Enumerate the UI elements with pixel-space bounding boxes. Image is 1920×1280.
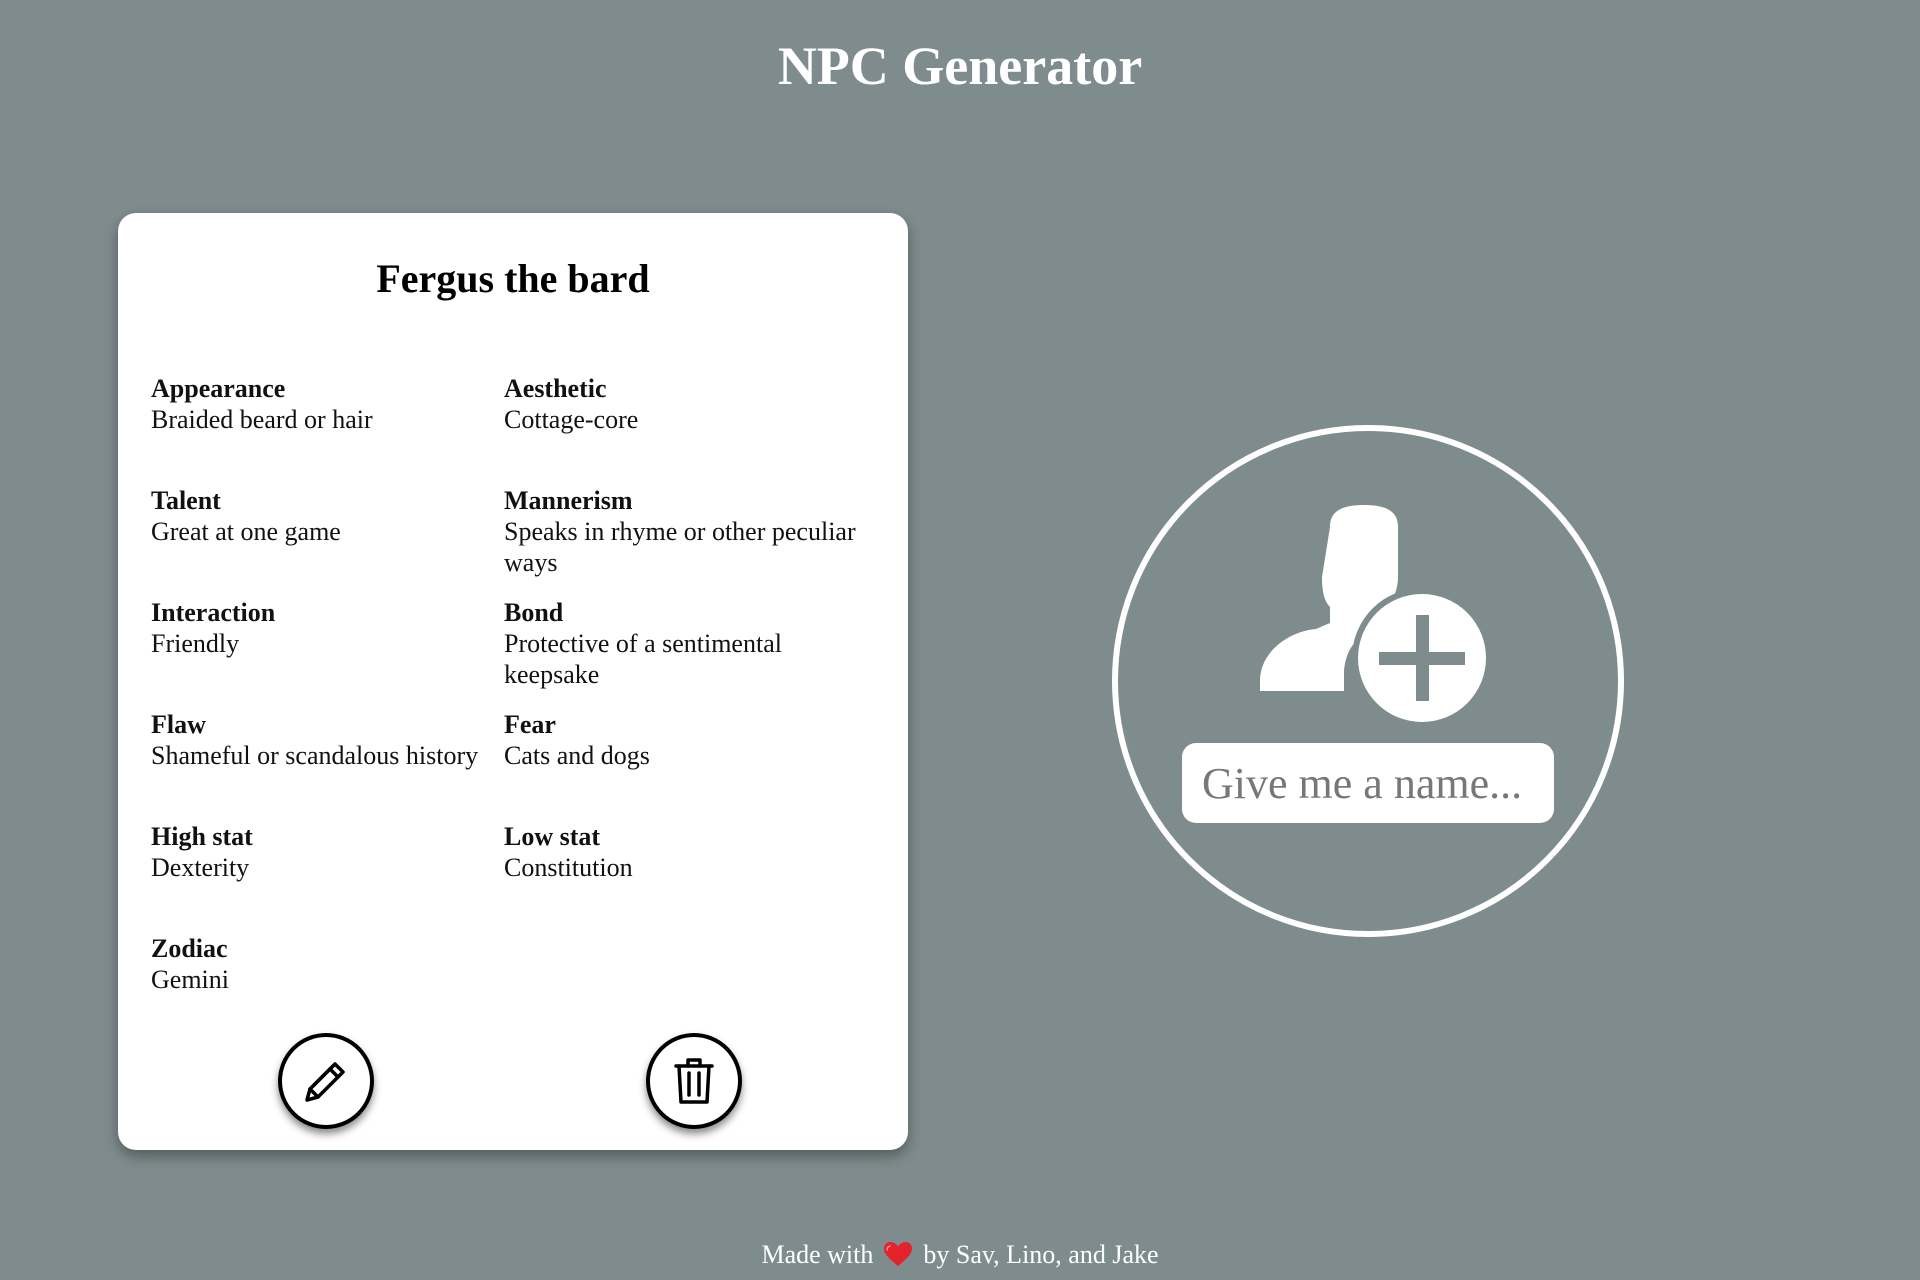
attribute-label: Bond [504, 598, 564, 627]
attribute-high-stat: High stat Dexterity [151, 821, 504, 933]
npc-name-input[interactable] [1182, 743, 1554, 823]
pencil-icon [305, 1062, 345, 1102]
page-title: NPC Generator [777, 36, 1143, 96]
attribute-value: Great at one game [151, 517, 341, 546]
attribute-value: Shameful or scandalous history [151, 741, 479, 770]
npc-name: Fergus the bard [376, 256, 650, 301]
attribute-label: Aesthetic [504, 374, 607, 403]
attribute-label: Mannerism [504, 486, 633, 515]
attribute-value: Speaks in rhyme or other peculiar ways [504, 517, 856, 577]
add-user-icon[interactable] [1258, 491, 1498, 731]
attribute-bond: Bond Protective of a sentimental keepsak… [504, 597, 871, 709]
attribute-label: Zodiac [151, 934, 228, 963]
attribute-value: Cottage-core [504, 405, 639, 434]
footer-suffix: by Sav, Lino, and Jake [923, 1240, 1159, 1269]
footer: Made with by Sav, Lino, and Jake [0, 1240, 1920, 1270]
attribute-talent: Talent Great at one game [151, 485, 504, 597]
new-npc-circle[interactable] [1112, 425, 1624, 937]
attribute-low-stat: Low stat Constitution [504, 821, 871, 933]
attribute-interaction: Interaction Friendly [151, 597, 504, 709]
attribute-grid: Appearance Braided beard or hair Aesthet… [151, 373, 871, 1045]
attribute-value: Cats and dogs [504, 741, 650, 770]
attribute-value: Protective of a sentimental keepsake [504, 629, 782, 689]
attribute-label: Fear [504, 710, 556, 739]
attribute-value: Gemini [151, 965, 229, 994]
npc-card: Fergus the bard Appearance Braided beard… [118, 213, 908, 1150]
attribute-label: Interaction [151, 598, 276, 627]
trash-icon [674, 1058, 714, 1104]
attribute-label: Talent [151, 486, 221, 515]
attribute-label: High stat [151, 822, 253, 851]
footer-prefix: Made with [761, 1240, 874, 1269]
attribute-fear: Fear Cats and dogs [504, 709, 871, 821]
attribute-label: Appearance [151, 374, 286, 403]
heart-icon [884, 1242, 913, 1266]
attribute-value: Friendly [151, 629, 240, 658]
attribute-label: Flaw [151, 710, 206, 739]
attribute-zodiac: Zodiac Gemini [151, 933, 504, 1045]
attribute-value: Braided beard or hair [151, 405, 373, 434]
edit-button[interactable] [278, 1033, 374, 1129]
attribute-value: Dexterity [151, 853, 250, 882]
attribute-value: Constitution [504, 853, 633, 882]
attribute-label: Low stat [504, 822, 601, 851]
attribute-appearance: Appearance Braided beard or hair [151, 373, 504, 485]
attribute-mannerism: Mannerism Speaks in rhyme or other pecul… [504, 485, 871, 597]
attribute-aesthetic: Aesthetic Cottage-core [504, 373, 871, 485]
attribute-flaw: Flaw Shameful or scandalous history [151, 709, 504, 821]
delete-button[interactable] [646, 1033, 742, 1129]
